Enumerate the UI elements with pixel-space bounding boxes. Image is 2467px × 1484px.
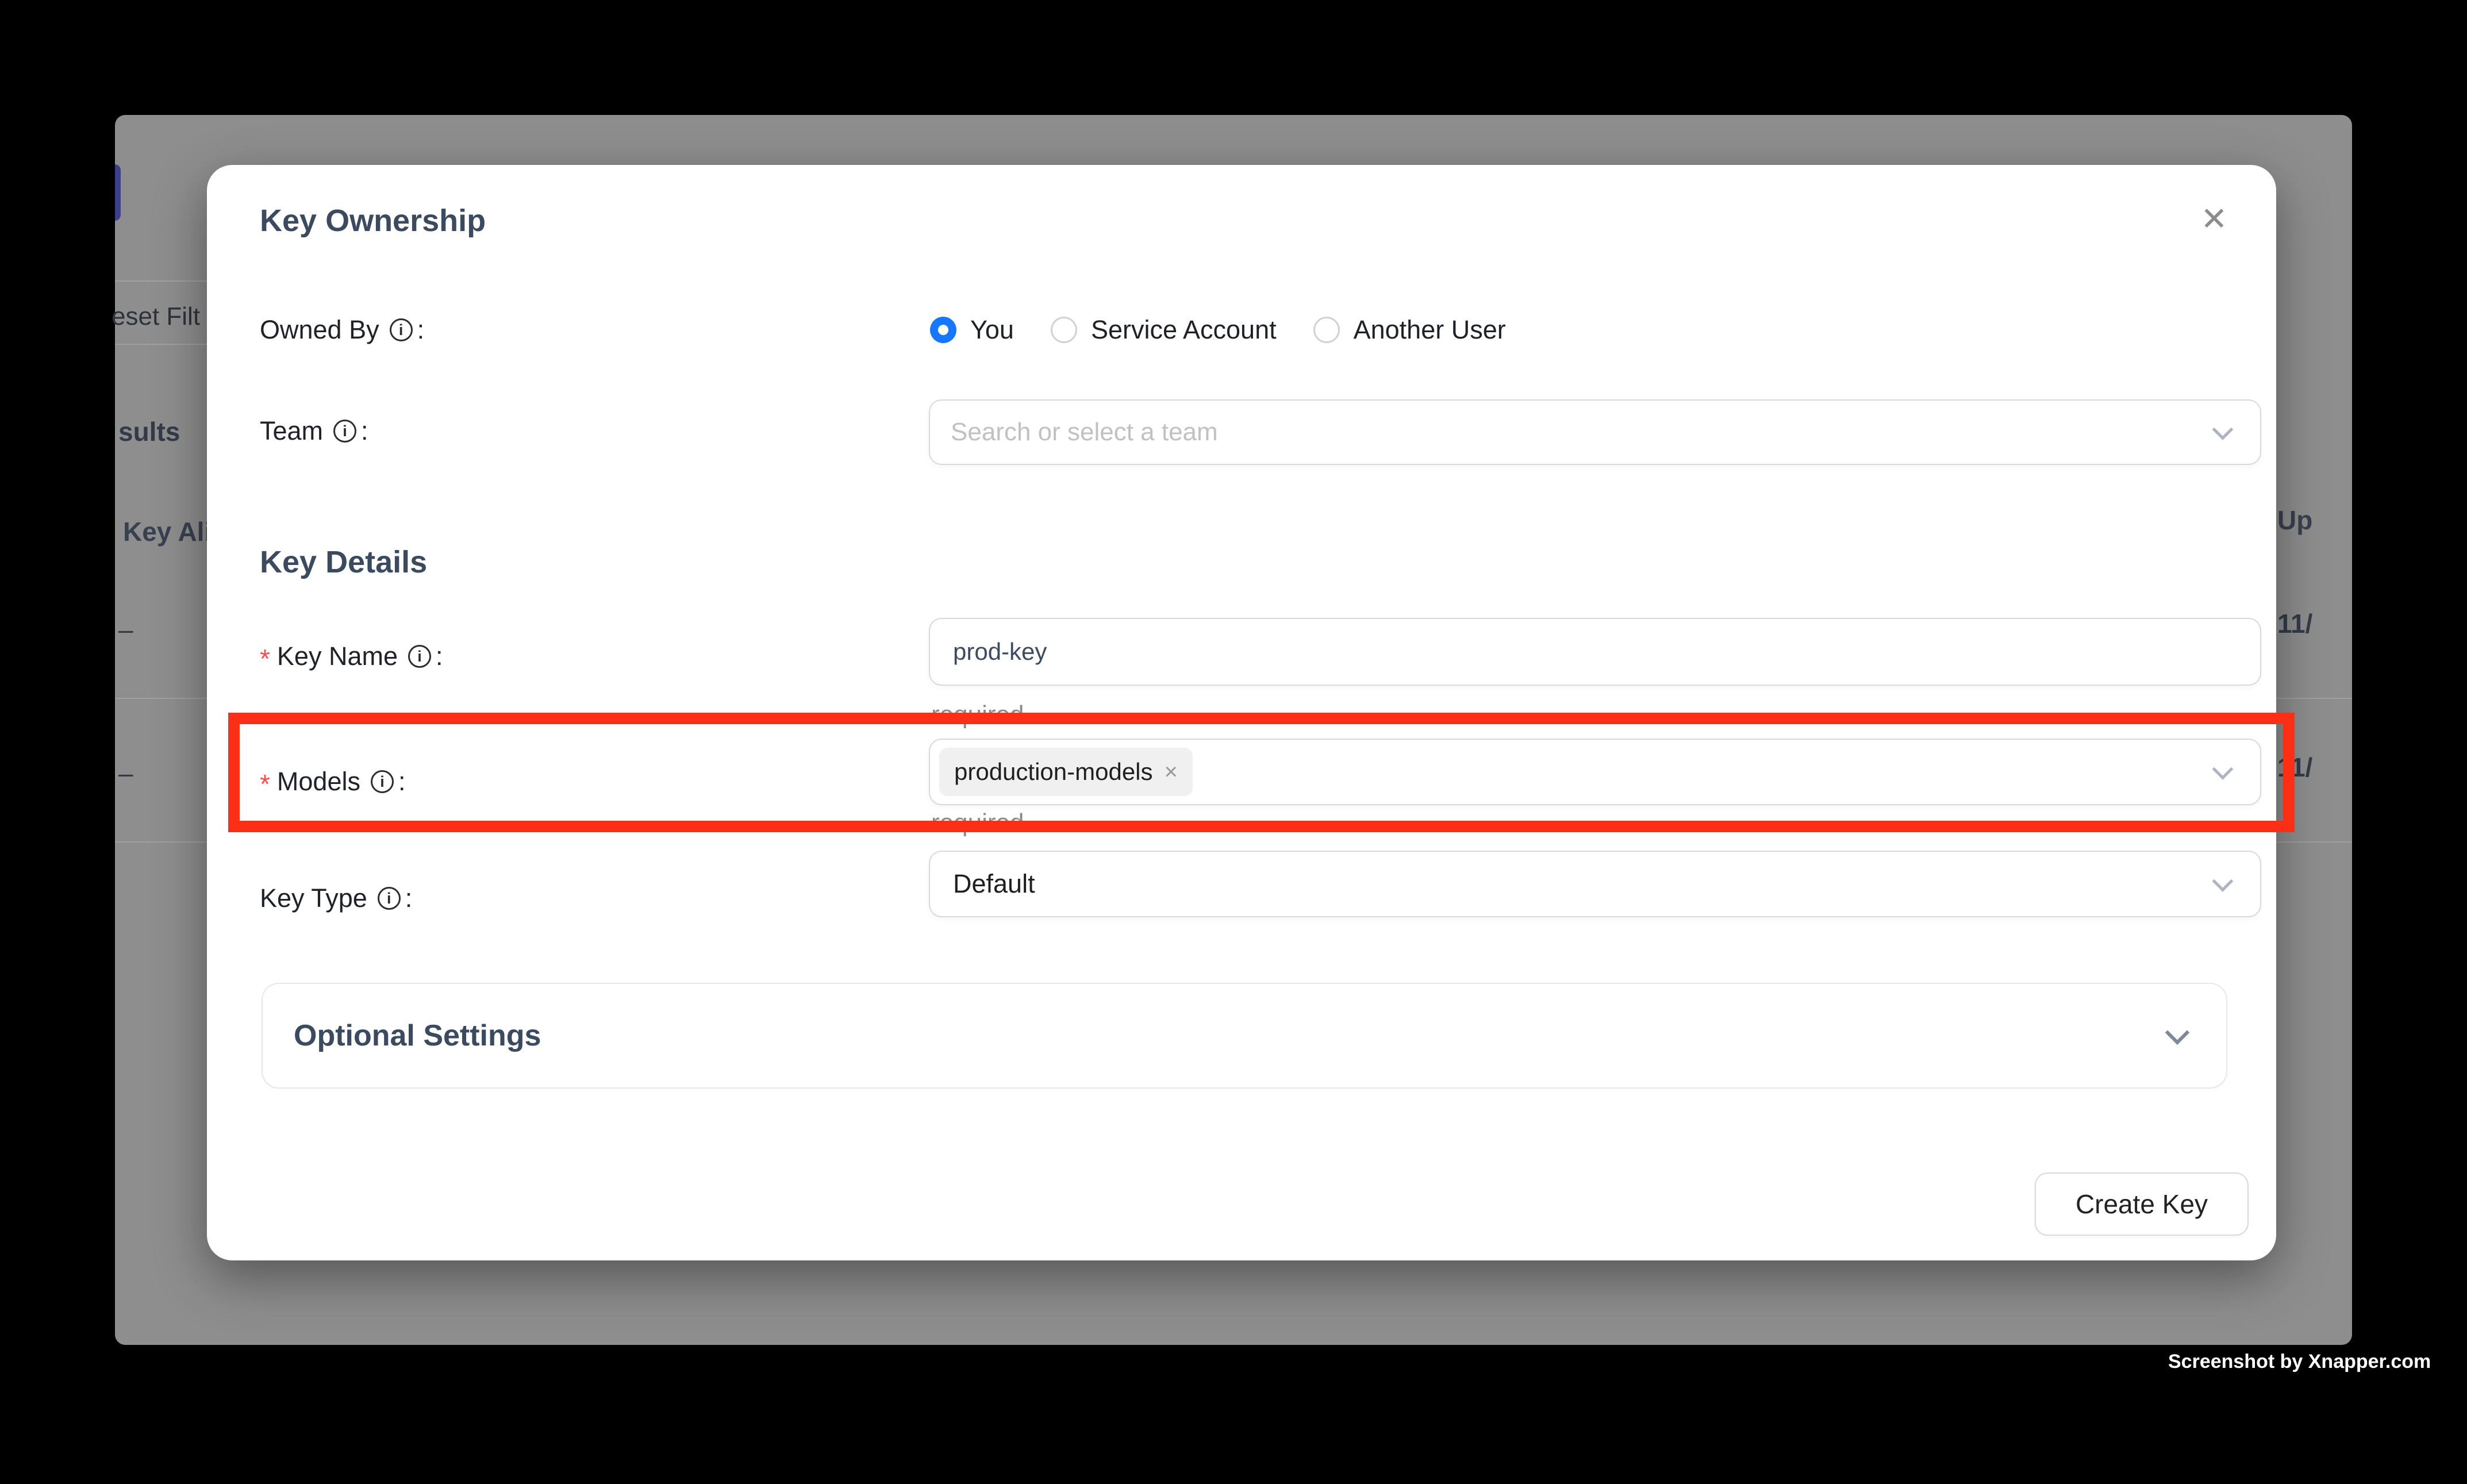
radio-label: Another User <box>1354 315 1506 345</box>
tag-remove-icon[interactable]: × <box>1165 759 1178 785</box>
create-key-button-label: Create Key <box>2076 1189 2208 1220</box>
info-icon[interactable]: i <box>378 887 401 910</box>
required-asterisk: * <box>260 768 270 799</box>
team-label: Team i : <box>260 411 368 451</box>
info-icon[interactable]: i <box>390 318 413 341</box>
close-icon: ✕ <box>2201 200 2228 238</box>
radio-selected-icon[interactable] <box>930 317 956 343</box>
chevron-down-icon <box>2212 759 2234 780</box>
team-select-placeholder: Search or select a team <box>951 418 1218 447</box>
info-icon[interactable]: i <box>371 770 394 793</box>
partial-table-cell-dash: – <box>118 614 133 645</box>
section-title-key-details: Key Details <box>260 544 427 580</box>
table-row-divider <box>115 841 209 843</box>
create-key-button[interactable]: Create Key <box>2035 1172 2249 1236</box>
label-colon: : <box>417 315 425 345</box>
close-button[interactable]: ✕ <box>2192 197 2236 241</box>
radio-label: You <box>970 315 1014 345</box>
chevron-down-icon <box>2165 1020 2189 1044</box>
models-label: * Models i : <box>260 762 406 802</box>
radio-service-account[interactable]: Service Account <box>1051 315 1277 345</box>
radio-you[interactable]: You <box>930 315 1014 345</box>
toolbar-divider <box>115 344 209 345</box>
partial-date-cell: 11/ <box>2277 752 2312 783</box>
owned-by-label-text: Owned By <box>260 315 379 345</box>
partial-reset-filters-label: eset Filt <box>112 302 200 331</box>
owned-by-radio-group: You Service Account Another User <box>930 310 1543 350</box>
partial-updated-header: Up <box>2277 505 2312 536</box>
info-icon-glyph: i <box>380 773 385 791</box>
key-name-value: prod-key <box>953 638 1047 666</box>
key-type-label: Key Type i : <box>260 878 412 918</box>
key-name-input[interactable]: prod-key <box>929 618 2261 686</box>
optional-settings-label: Optional Settings <box>294 1018 541 1053</box>
info-icon-glyph: i <box>399 321 404 339</box>
models-tag-label: production-models <box>954 758 1153 786</box>
models-label-text: Models <box>277 767 360 797</box>
table-row-divider <box>2276 841 2352 843</box>
chevron-down-icon <box>2212 871 2234 892</box>
label-colon: : <box>398 767 406 797</box>
owned-by-label: Owned By i : <box>260 310 424 350</box>
label-colon: : <box>436 641 443 671</box>
key-name-required-message: required <box>931 701 1024 729</box>
models-required-message: required <box>931 809 1024 837</box>
radio-unselected-icon[interactable] <box>1313 317 1340 343</box>
key-name-label: * Key Name i : <box>260 636 443 676</box>
label-colon: : <box>405 883 413 913</box>
table-row-divider <box>115 698 209 699</box>
info-icon[interactable]: i <box>333 420 356 443</box>
radio-another-user[interactable]: Another User <box>1313 315 1506 345</box>
radio-label: Service Account <box>1091 315 1277 345</box>
label-colon: : <box>361 416 368 446</box>
table-row-divider <box>2276 698 2352 699</box>
toolbar-divider <box>115 280 209 282</box>
create-key-modal: ✕ Key Ownership Owned By i : You Service… <box>207 165 2276 1260</box>
key-type-value: Default <box>953 869 1035 899</box>
chevron-down-icon <box>2212 419 2234 440</box>
watermark-text: Screenshot by Xnapper.com <box>2168 1351 2431 1373</box>
key-name-label-text: Key Name <box>277 641 398 671</box>
key-type-label-text: Key Type <box>260 883 367 913</box>
optional-settings-panel[interactable]: Optional Settings <box>262 983 2227 1089</box>
required-asterisk: * <box>260 643 270 674</box>
partial-results-label: sults <box>118 416 180 447</box>
info-icon[interactable]: i <box>408 645 431 668</box>
team-label-text: Team <box>260 416 323 446</box>
info-icon-glyph: i <box>343 422 347 440</box>
partial-date-cell: 11/ <box>2277 608 2312 639</box>
radio-unselected-icon[interactable] <box>1051 317 1077 343</box>
team-select[interactable]: Search or select a team <box>929 399 2261 465</box>
partial-table-cell-dash: – <box>118 758 133 789</box>
info-icon-glyph: i <box>387 890 391 908</box>
section-title-key-ownership: Key Ownership <box>260 203 486 239</box>
info-icon-glyph: i <box>417 648 422 666</box>
models-select[interactable]: production-models × <box>929 739 2261 805</box>
models-tag: production-models × <box>939 748 1193 796</box>
partial-indigo-button <box>115 164 121 221</box>
key-type-select[interactable]: Default <box>929 851 2261 917</box>
